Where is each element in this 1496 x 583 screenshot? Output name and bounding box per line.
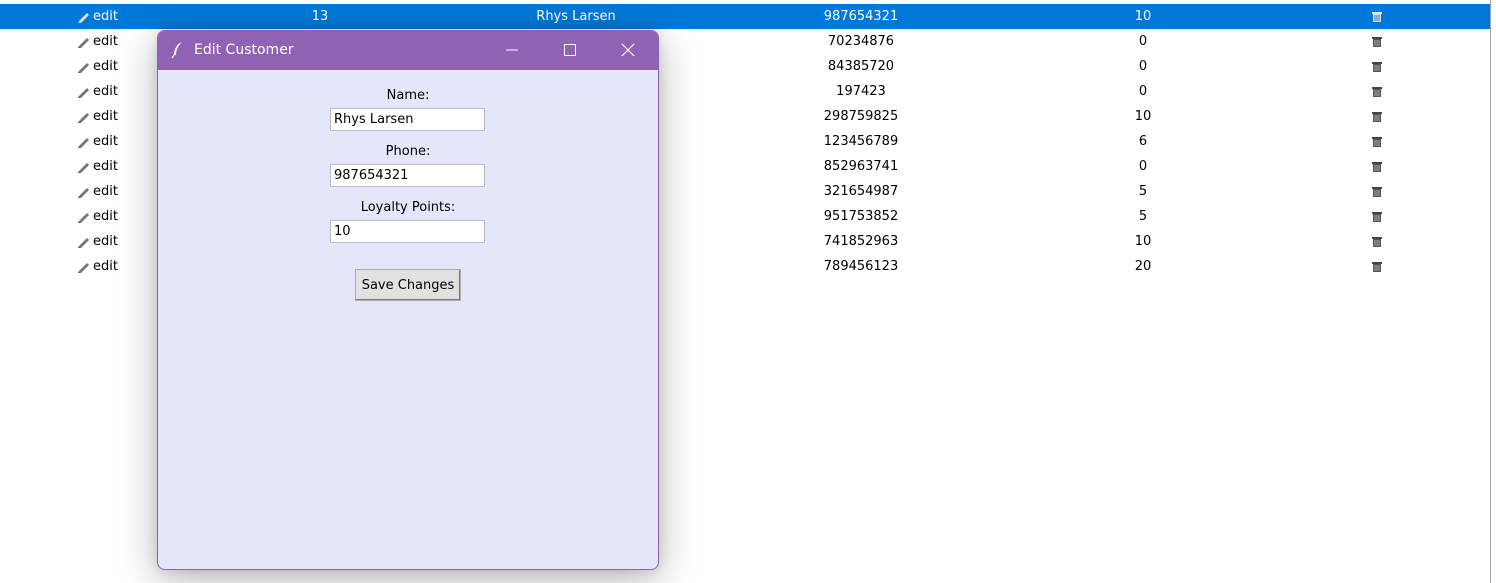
minimize-button[interactable] [489, 31, 535, 70]
trash-icon [1372, 236, 1382, 247]
trash-icon [1372, 211, 1382, 222]
close-button[interactable] [605, 31, 651, 70]
pencil-icon [78, 112, 89, 123]
phone-field[interactable] [330, 164, 485, 187]
edit-label: edit [93, 134, 118, 149]
customer-points: 0 [1138, 59, 1148, 74]
edit-label: edit [93, 234, 118, 249]
dialog-title: Edit Customer [194, 42, 294, 58]
pencil-icon [78, 37, 89, 48]
customer-phone: 987654321 [823, 9, 899, 24]
edit-link[interactable]: edit [77, 104, 118, 129]
save-changes-button[interactable]: Save Changes [355, 269, 461, 301]
table-row[interactable]: edit 13 Rhys Larsen 987654321 10 [0, 4, 1490, 29]
customer-phone: 321654987 [823, 184, 899, 199]
pencil-icon [78, 137, 89, 148]
edit-link[interactable]: edit [77, 254, 118, 279]
customer-points: 0 [1138, 34, 1148, 49]
delete-button[interactable] [1371, 104, 1383, 129]
edit-link[interactable]: edit [77, 179, 118, 204]
loyalty-points-label: Loyalty Points: [360, 200, 456, 215]
customer-points: 0 [1138, 84, 1148, 99]
pencil-icon [78, 187, 89, 198]
edit-label: edit [93, 159, 118, 174]
trash-icon [1372, 36, 1382, 47]
customer-phone: 852963741 [823, 159, 899, 174]
delete-button[interactable] [1371, 4, 1383, 29]
delete-button[interactable] [1371, 29, 1383, 54]
edit-label: edit [93, 184, 118, 199]
customer-phone: 789456123 [823, 259, 899, 274]
edit-link[interactable]: edit [77, 29, 118, 54]
edit-label: edit [93, 109, 118, 124]
customer-points: 5 [1138, 209, 1148, 224]
delete-button[interactable] [1371, 79, 1383, 104]
delete-button[interactable] [1371, 54, 1383, 79]
edit-customer-dialog: Edit Customer Name: Phone: Loyalty Point… [157, 30, 659, 570]
edit-label: edit [93, 9, 118, 24]
edit-link[interactable]: edit [77, 54, 118, 79]
customer-phone: 197423 [836, 84, 886, 99]
trash-icon [1372, 136, 1382, 147]
delete-button[interactable] [1371, 154, 1383, 179]
window-border [1490, 0, 1491, 583]
pencil-icon [78, 262, 89, 273]
pencil-icon [78, 87, 89, 98]
pencil-icon [78, 237, 89, 248]
delete-button[interactable] [1371, 229, 1383, 254]
trash-icon [1372, 161, 1382, 172]
phone-label: Phone: [385, 144, 431, 159]
pencil-icon [78, 62, 89, 73]
customer-points: 5 [1138, 184, 1148, 199]
customer-phone: 123456789 [823, 134, 899, 149]
dialog-titlebar[interactable]: Edit Customer [158, 31, 658, 70]
maximize-icon [564, 44, 576, 56]
maximize-button[interactable] [547, 31, 593, 70]
trash-icon [1372, 111, 1382, 122]
trash-icon [1372, 261, 1382, 272]
loyalty-points-field[interactable] [330, 220, 485, 243]
customer-phone: 84385720 [827, 59, 895, 74]
delete-button[interactable] [1371, 129, 1383, 154]
customer-id: 13 [311, 9, 329, 24]
feather-icon [171, 42, 182, 59]
trash-icon [1372, 61, 1382, 72]
pencil-icon [78, 12, 89, 23]
edit-link[interactable]: edit [77, 129, 118, 154]
customer-points: 10 [1134, 9, 1152, 24]
edit-link[interactable]: edit [77, 154, 118, 179]
delete-button[interactable] [1371, 204, 1383, 229]
edit-link[interactable]: edit [77, 204, 118, 229]
delete-button[interactable] [1371, 179, 1383, 204]
edit-label: edit [93, 209, 118, 224]
customer-points: 10 [1134, 234, 1152, 249]
minimize-icon [506, 49, 518, 51]
customer-phone: 298759825 [823, 109, 899, 124]
edit-label: edit [93, 84, 118, 99]
edit-label: edit [93, 259, 118, 274]
name-label: Name: [386, 88, 430, 103]
customer-points: 20 [1134, 259, 1152, 274]
edit-link[interactable]: edit [77, 79, 118, 104]
customer-phone: 741852963 [823, 234, 899, 249]
pencil-icon [78, 162, 89, 173]
customer-points: 0 [1138, 159, 1148, 174]
pencil-icon [78, 212, 89, 223]
edit-label: edit [93, 34, 118, 49]
name-field[interactable] [330, 108, 485, 131]
customer-phone: 951753852 [823, 209, 899, 224]
customer-phone: 70234876 [827, 34, 895, 49]
edit-link[interactable]: edit [77, 229, 118, 254]
customer-name: Rhys Larsen [536, 9, 616, 24]
trash-icon [1372, 11, 1382, 22]
trash-icon [1372, 86, 1382, 97]
trash-icon [1372, 186, 1382, 197]
customer-points: 10 [1134, 109, 1152, 124]
delete-button[interactable] [1371, 254, 1383, 279]
edit-link[interactable]: edit [77, 4, 118, 29]
customer-points: 6 [1138, 134, 1148, 149]
edit-label: edit [93, 59, 118, 74]
close-icon [621, 43, 635, 57]
